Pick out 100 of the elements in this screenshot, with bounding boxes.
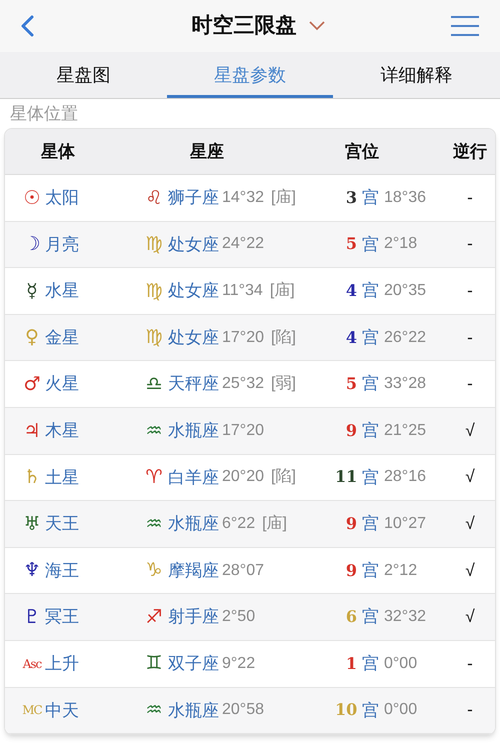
planet-name: 月亮 xyxy=(45,234,79,256)
sign-degree: 11°34 xyxy=(222,280,263,301)
house-degree: 20°35 xyxy=(384,280,426,301)
house-number: 11 xyxy=(335,466,357,488)
planet-name: 土星 xyxy=(45,466,79,489)
house-label: 宫 xyxy=(362,373,379,396)
zodiac-symbol: ♒ xyxy=(144,698,164,724)
column-header: 宫位 xyxy=(345,142,379,161)
dignity-label: [庙] xyxy=(262,514,287,534)
house-label: 宫 xyxy=(362,652,379,675)
house-number: 9 xyxy=(344,560,357,582)
planet-symbol: ♂ xyxy=(22,372,42,397)
retrograde-mark: - xyxy=(467,280,473,300)
tab[interactable]: 详细解释 xyxy=(333,52,500,98)
planet-name: 海王 xyxy=(45,560,79,582)
sign-name: 天秤座 xyxy=(168,373,219,396)
retrograde-mark: - xyxy=(467,654,473,673)
planet-symbol: ☽ xyxy=(22,232,42,258)
dignity-label: [陷] xyxy=(271,328,296,348)
planet-name: 木星 xyxy=(45,420,79,442)
retrograde-mark: - xyxy=(467,328,473,347)
dignity-label: [陷] xyxy=(271,467,296,488)
column-header: 星体 xyxy=(41,142,75,161)
retrograde-mark: √ xyxy=(465,514,475,533)
column-header: 逆行 xyxy=(453,142,487,161)
sign-degree: 17°20 xyxy=(222,420,264,441)
house-number: 4 xyxy=(344,326,357,349)
house-degree: 18°36 xyxy=(384,188,426,208)
zodiac-symbol: ♎ xyxy=(144,372,164,397)
page-title: 时空三限盘 xyxy=(192,13,296,40)
sign-degree: 20°58 xyxy=(222,700,264,720)
house-label: 宫 xyxy=(362,280,379,302)
house-number: 1 xyxy=(344,652,357,675)
house-degree: 2°18 xyxy=(384,234,418,254)
sign-name: 处女座 xyxy=(168,234,219,256)
planet-symbol: ☉ xyxy=(22,186,42,211)
house-number: 4 xyxy=(344,280,357,302)
retrograde-mark: - xyxy=(467,234,473,254)
zodiac-symbol: ♑ xyxy=(144,558,164,584)
house-degree: 2°12 xyxy=(384,560,418,581)
planet-symbol: ♆ xyxy=(22,558,42,584)
house-number: 9 xyxy=(344,420,357,442)
zodiac-symbol: ♐ xyxy=(144,604,164,630)
sign-degree: 14°32 xyxy=(222,188,264,208)
sign-degree: 2°50 xyxy=(222,607,256,628)
house-degree: 0°00 xyxy=(384,700,418,720)
sign-name: 处女座 xyxy=(168,326,219,349)
planet-symbol: ♄ xyxy=(22,465,42,490)
sign-name: 处女座 xyxy=(168,280,219,302)
planet-symbol: ☿ xyxy=(25,278,39,304)
planet-name: 天王 xyxy=(45,513,79,536)
retrograde-mark: √ xyxy=(465,420,475,440)
zodiac-symbol: ♍ xyxy=(144,325,164,350)
planet-symbol: Asc xyxy=(22,656,42,673)
planet-name: 水星 xyxy=(45,280,79,302)
house-number: 5 xyxy=(344,373,357,396)
planet-name: 太阳 xyxy=(45,187,79,210)
chevron-down-icon[interactable] xyxy=(308,21,324,31)
sign-degree: 24°22 xyxy=(222,234,264,254)
house-number: 5 xyxy=(344,233,357,256)
dignity-label: [庙] xyxy=(270,280,295,301)
zodiac-symbol: ♒ xyxy=(144,512,164,537)
sign-name: 摩羯座 xyxy=(168,560,219,582)
zodiac-symbol: ♍ xyxy=(144,232,164,258)
house-label: 宫 xyxy=(362,420,379,442)
house-label: 宫 xyxy=(362,187,379,210)
sign-name: 水瓶座 xyxy=(168,420,219,442)
planet-symbol: MC xyxy=(21,702,43,720)
house-degree: 10°27 xyxy=(384,514,426,534)
sign-name: 双子座 xyxy=(168,652,219,675)
house-degree: 32°32 xyxy=(384,607,426,628)
sign-degree: 25°32 xyxy=(222,374,264,394)
retrograde-mark: √ xyxy=(465,607,475,626)
planet-name: 火星 xyxy=(45,373,79,396)
sign-degree: 6°22 xyxy=(222,514,256,534)
house-label: 宫 xyxy=(362,700,379,722)
section-title: 星体位置 xyxy=(9,103,79,125)
zodiac-symbol: ♒ xyxy=(144,418,164,444)
zodiac-symbol: ♈ xyxy=(144,465,164,490)
house-label: 宫 xyxy=(362,606,379,628)
house-degree: 28°16 xyxy=(384,467,426,488)
zodiac-symbol: ♊ xyxy=(144,651,164,676)
retrograde-mark: √ xyxy=(465,467,475,486)
zodiac-symbol: ♍ xyxy=(144,278,164,304)
menu-icon[interactable] xyxy=(450,15,480,37)
house-number: 10 xyxy=(335,699,357,722)
house-label: 宫 xyxy=(362,326,379,349)
house-label: 宫 xyxy=(362,513,379,536)
house-degree: 33°28 xyxy=(384,374,426,394)
sign-name: 狮子座 xyxy=(168,187,219,210)
retrograde-mark: √ xyxy=(465,560,475,580)
house-degree: 0°00 xyxy=(384,654,418,674)
sign-degree: 28°07 xyxy=(222,560,264,581)
house-label: 宫 xyxy=(362,560,379,582)
retrograde-mark: - xyxy=(467,700,473,720)
sign-degree: 17°20 xyxy=(222,328,264,348)
house-number: 6 xyxy=(344,606,357,628)
back-icon[interactable] xyxy=(20,15,34,37)
sign-degree: 9°22 xyxy=(222,654,256,674)
tab[interactable]: 星盘图 xyxy=(0,52,167,98)
